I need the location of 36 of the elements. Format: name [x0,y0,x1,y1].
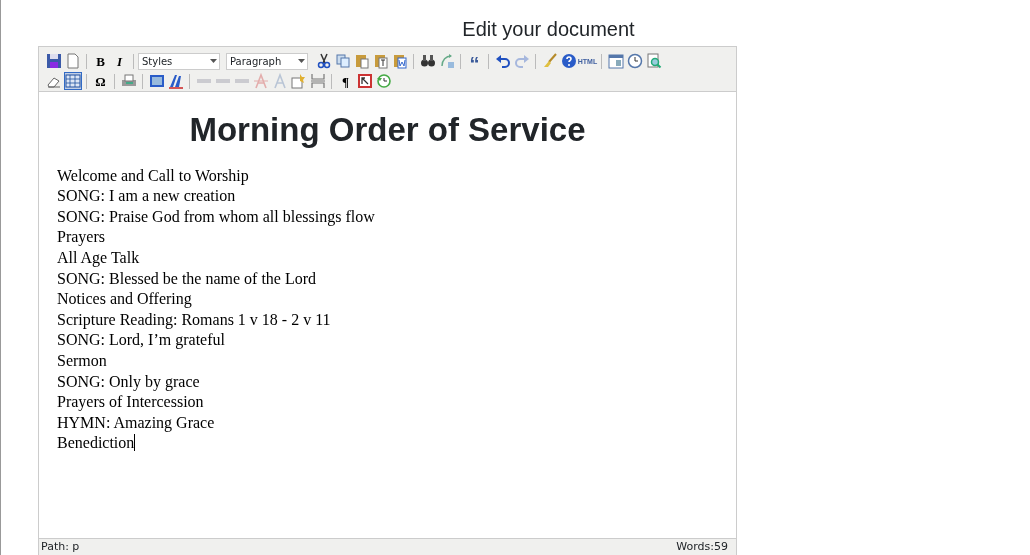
document-line: Scripture Reading: Romans 1 v 18 - 2 v 11 [57,310,331,328]
attributes-icon[interactable] [289,72,308,90]
style-icon[interactable] [166,72,185,90]
document-line: Notices and Offering [57,290,192,308]
clock-icon[interactable] [625,52,644,70]
dropdown[interactable]: Styles [138,52,220,70]
document-line: SONG: Praise God from whom all blessings flow [57,207,375,225]
document-line: SONG: Only by grace [57,372,200,390]
preview-icon[interactable] [644,52,663,70]
toolbar-button[interactable]: ¶ [336,72,355,90]
toolbar-button[interactable]: Ω [91,72,110,90]
document-line: SONG: Blessed be the name of the Lord [57,269,317,287]
element-path: Path: p [41,538,80,555]
document-line: Benediction [57,434,135,452]
text-cursor [134,434,136,452]
document-line: Prayers [57,228,105,246]
visual-characters-icon[interactable] [355,72,374,90]
document-line: All Age Talk [57,248,140,266]
toolbar-button[interactable]: “ [465,52,484,70]
help-icon[interactable] [559,52,578,70]
document-line: Welcome and Call to Worship [57,166,249,184]
document-line: SONG: Lord, I’m grateful [57,331,225,349]
word-count: Words:59 [676,538,728,555]
document-line: Prayers of Intercession [57,393,204,411]
calendar-icon[interactable] [606,52,625,70]
toolbar-button[interactable]: I [110,52,129,70]
disk-icon[interactable] [44,52,63,70]
dropdown[interactable]: Paragraph [226,52,308,70]
document-line: Sermon [57,351,107,369]
document-heading: Morning Order of Service [188,110,587,150]
document-line: HYMN: Amazing Grace [57,413,215,431]
page-title: Edit your document [462,18,635,40]
table-icon[interactable] [63,72,82,90]
toolbar-button[interactable]: B [91,52,110,70]
frame-icon[interactable] [147,72,166,90]
document-line: SONG: I am a new creation [57,187,236,205]
